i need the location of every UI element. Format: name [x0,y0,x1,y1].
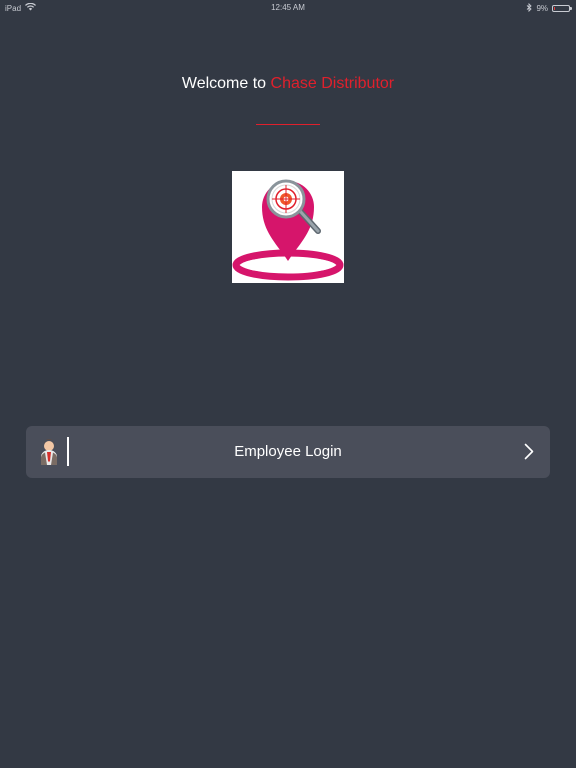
app-logo [232,171,344,283]
employee-login-label: Employee Login [234,443,342,460]
employee-login-button[interactable]: Employee Login [26,426,550,478]
brand-name: Chase Distributor [270,75,395,92]
app-screen: iPad 12:45 AM 9% Welcome to Chase Distri… [0,0,576,768]
heading-underline [256,124,320,125]
status-right: 9% [526,2,572,14]
battery-icon [552,5,572,12]
welcome-prefix: Welcome to [181,75,267,92]
status-time: 12:45 AM [271,3,305,12]
chevron-right-icon [524,443,534,460]
battery-percent: 9% [536,4,548,13]
bluetooth-icon [526,2,533,14]
welcome-heading: Welcome to Chase Distributor [0,75,576,93]
status-bar: iPad 12:45 AM 9% [0,0,576,16]
battery-fill [554,7,555,10]
map-pin-search-icon [232,179,344,281]
